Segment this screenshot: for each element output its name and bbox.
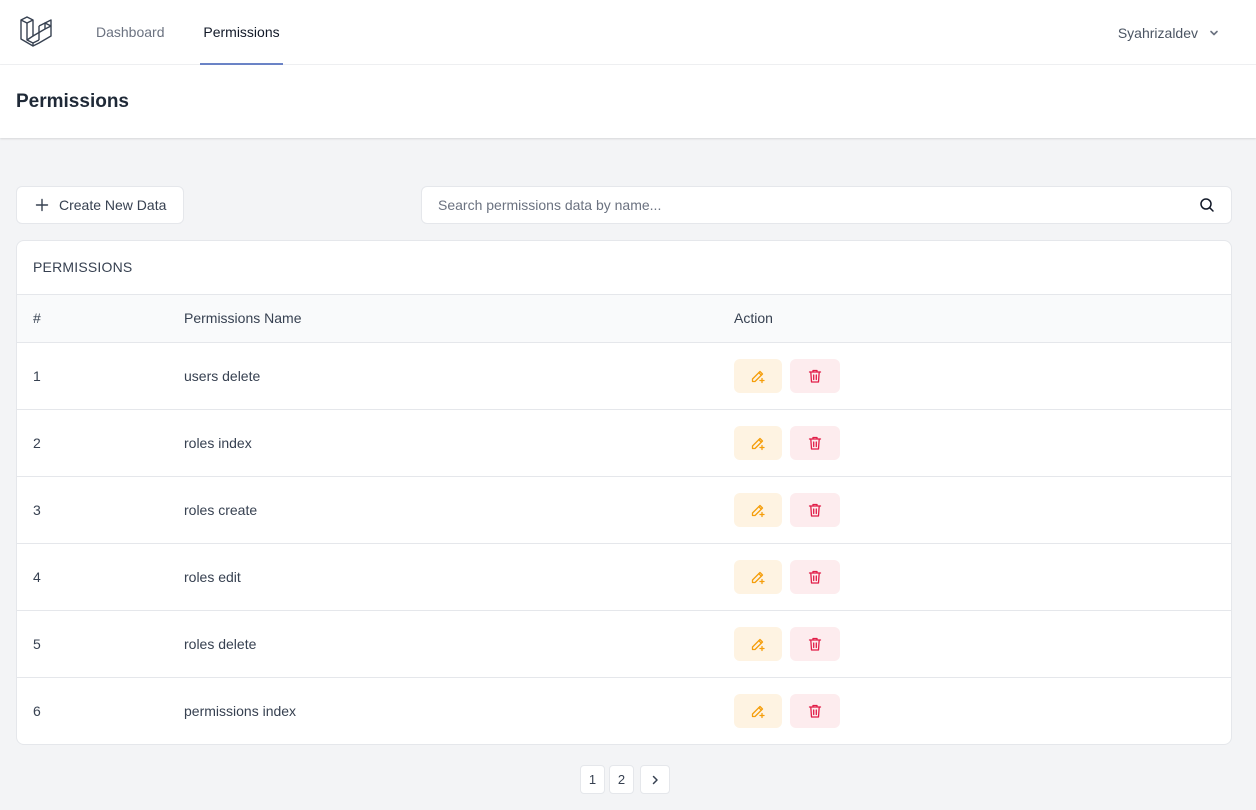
pencil-plus-icon xyxy=(751,571,765,585)
pencil-plus-icon xyxy=(751,705,765,719)
delete-button[interactable] xyxy=(790,493,840,527)
edit-button[interactable] xyxy=(734,627,782,661)
delete-button[interactable] xyxy=(790,426,840,460)
table-row: 3 roles create xyxy=(17,477,1231,544)
search-bar xyxy=(421,186,1232,224)
laravel-logo-icon[interactable] xyxy=(18,14,54,50)
chevron-down-icon xyxy=(1210,30,1218,35)
trash-icon xyxy=(808,637,822,651)
trash-icon xyxy=(808,503,822,517)
user-menu[interactable]: Syahrizaldev xyxy=(1118,0,1220,65)
row-number: 6 xyxy=(33,703,41,719)
page-button-2[interactable]: 2 xyxy=(609,765,634,794)
permission-name: roles edit xyxy=(184,569,241,585)
row-number: 1 xyxy=(33,368,41,384)
table-row: 4 roles edit xyxy=(17,544,1231,611)
pencil-plus-icon xyxy=(751,504,765,518)
permission-name: users delete xyxy=(184,368,261,384)
trash-icon xyxy=(808,570,822,584)
pagination: 1 2 xyxy=(580,765,670,794)
edit-button[interactable] xyxy=(734,694,782,728)
plus-icon xyxy=(35,198,49,212)
row-number: 4 xyxy=(33,569,41,585)
create-new-data-button[interactable]: Create New Data xyxy=(16,186,184,224)
edit-button[interactable] xyxy=(734,560,782,594)
permissions-card: PERMISSIONS # Permissions Name Action 1 … xyxy=(16,240,1232,745)
row-number: 2 xyxy=(33,435,41,451)
delete-button[interactable] xyxy=(790,627,840,661)
column-header-number: # xyxy=(33,310,41,326)
search-icon[interactable] xyxy=(1199,197,1215,213)
nav-link-permissions[interactable]: Permissions xyxy=(200,0,283,65)
edit-button[interactable] xyxy=(734,359,782,393)
delete-button[interactable] xyxy=(790,694,840,728)
top-navbar: Dashboard Permissions Syahrizaldev xyxy=(0,0,1256,65)
edit-button[interactable] xyxy=(734,493,782,527)
next-page-button[interactable] xyxy=(640,765,670,794)
row-number: 3 xyxy=(33,502,41,518)
chevron-right-icon xyxy=(652,775,658,784)
edit-button[interactable] xyxy=(734,426,782,460)
search-input[interactable] xyxy=(422,187,1182,223)
table-row: 1 users delete xyxy=(17,343,1231,410)
table-row: 2 roles index xyxy=(17,410,1231,477)
user-name: Syahrizaldev xyxy=(1117,24,1198,41)
pencil-plus-icon xyxy=(751,370,765,384)
column-header-action: Action xyxy=(734,310,773,326)
pencil-plus-icon xyxy=(751,437,765,451)
trash-icon xyxy=(808,436,822,450)
table-row: 5 roles delete xyxy=(17,611,1231,678)
page-title: Permissions xyxy=(16,91,129,112)
permission-name: roles delete xyxy=(184,636,257,652)
delete-button[interactable] xyxy=(790,560,840,594)
column-header-name: Permissions Name xyxy=(184,310,302,326)
permission-name: roles create xyxy=(184,502,258,518)
permission-name: roles index xyxy=(184,435,252,451)
page-header: Permissions xyxy=(0,65,1256,138)
table-header: # Permissions Name Action xyxy=(17,294,1231,343)
delete-button[interactable] xyxy=(790,359,840,393)
pencil-plus-icon xyxy=(751,638,765,652)
page-button-1[interactable]: 1 xyxy=(580,765,605,794)
row-number: 5 xyxy=(33,636,41,652)
trash-icon xyxy=(808,369,822,383)
create-button-label: Create New Data xyxy=(59,197,167,213)
nav-link-dashboard[interactable]: Dashboard xyxy=(96,0,165,65)
card-title: PERMISSIONS xyxy=(33,259,133,275)
permission-name: permissions index xyxy=(184,703,297,719)
trash-icon xyxy=(808,704,822,718)
table-row: 6 permissions index xyxy=(17,678,1231,744)
